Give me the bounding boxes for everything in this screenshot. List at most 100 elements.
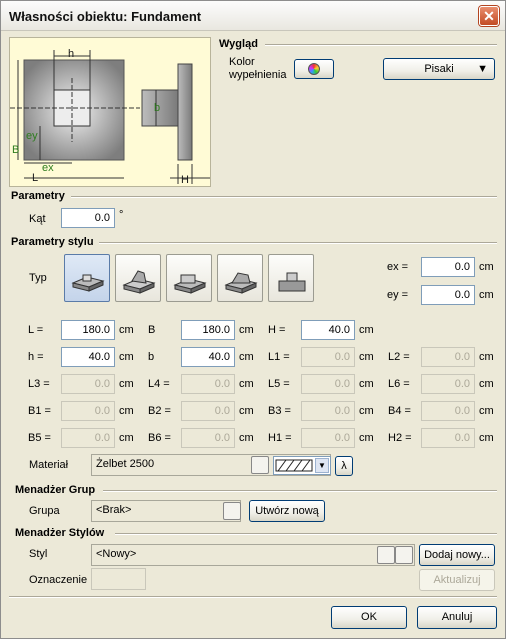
dim-input[interactable]: 0.0 [181,401,235,421]
dim-label: H1 = [268,432,292,444]
style-field[interactable]: <Nowy> [91,544,415,566]
lambda-button[interactable]: λ [335,456,353,476]
dim-input[interactable]: 40.0 [61,347,115,367]
foundation-type-4-button[interactable] [217,254,263,302]
dim-input[interactable]: 0.0 [301,401,355,421]
close-button[interactable]: ✕ [479,6,499,26]
dim-unit: cm [479,351,494,363]
dim-input[interactable]: 0.0 [61,428,115,448]
dim-label: L = [28,324,44,336]
dim-unit: cm [479,378,494,390]
dim-input[interactable]: 40.0 [301,320,355,340]
foundation-type-1-button[interactable] [64,254,110,302]
dim-input[interactable]: 0.0 [301,347,355,367]
create-group-button[interactable]: Utwórz nową [249,500,325,522]
dim-input[interactable]: 0.0 [61,401,115,421]
dim-label: L6 = [388,378,410,390]
dim-input[interactable]: 0.0 [301,428,355,448]
appearance-heading: Wygląd [219,38,258,50]
foundation-type-5-button[interactable] [268,254,314,302]
params-divider [71,196,497,198]
group-browse-icon[interactable] [223,502,241,520]
dim-B-label: B [12,144,20,156]
dim-input[interactable]: 0.0 [181,428,235,448]
dim-input[interactable]: 40.0 [181,347,235,367]
ex-input[interactable]: 0.0 [421,257,475,277]
fill-color-button[interactable] [294,59,334,79]
styles-divider [115,533,497,535]
update-style-button[interactable]: Aktualizuj [419,569,495,591]
style-value: <Nowy> [96,548,137,560]
style-browse-icon[interactable] [377,546,395,564]
dim-b-label: b [154,102,161,114]
dim-input[interactable]: 180.0 [61,320,115,340]
groups-divider [103,490,497,492]
dim-unit: cm [479,405,494,417]
dim-label: h = [28,351,44,363]
dim-unit: cm [119,324,134,336]
dim-ey-label: ey [26,130,38,142]
hatch-pattern-select[interactable]: ▼ [273,456,331,475]
hatch-dropdown-arrow-icon: ▼ [315,458,329,473]
group-field[interactable]: <Brak> [91,500,241,522]
group-label: Grupa [29,505,60,517]
angle-input[interactable]: 0.0 [61,208,115,228]
style-library-icon[interactable] [395,546,413,564]
style-label: Styl [29,548,48,560]
angle-label: Kąt [29,213,46,225]
cancel-button[interactable]: Anuluj [417,606,497,629]
ex-unit: cm [479,261,494,273]
dim-h-label: h [68,48,75,60]
dim-input[interactable]: 0.0 [421,428,475,448]
style-params-divider [99,242,497,244]
dim-ex-label: ex [42,162,54,174]
dim-label: L5 = [268,378,290,390]
window-title: Własności obiektu: Fundament [9,9,202,24]
ey-input[interactable]: 0.0 [421,285,475,305]
dim-label: B [148,324,156,336]
material-library-icon[interactable] [251,456,269,474]
dim-label: B1 = [28,405,51,417]
dim-input[interactable]: 180.0 [181,320,235,340]
fill-color-label-2: wypełnienia [229,69,287,81]
dim-unit: cm [359,378,374,390]
dim-input[interactable]: 0.0 [421,347,475,367]
dim-label: L4 = [148,378,170,390]
foundation-type-sloped-icon [122,270,156,294]
dim-unit: cm [359,405,374,417]
mark-label: Oznaczenie [29,574,88,586]
ex-label: ex = [387,261,409,273]
mark-input[interactable] [91,568,146,590]
material-label: Materiał [29,459,69,471]
group-value: <Brak> [96,504,132,516]
add-style-button[interactable]: Dodaj nowy... [419,544,495,566]
dim-input[interactable]: 0.0 [61,374,115,394]
foundation-type-3-button[interactable] [166,254,212,302]
foundation-type-stepped-icon [173,274,207,294]
foundation-preview: h b B ey ex L H [9,37,211,187]
style-params-heading: Parametry stylu [11,236,94,248]
styles-heading: Menadżer Stylów [15,527,105,539]
palette-icon [308,63,320,75]
ey-unit: cm [479,289,494,301]
pens-dropdown-button[interactable]: Pisaki ▼ [383,58,495,80]
dim-label: B4 = [388,405,411,417]
dim-input[interactable]: 0.0 [421,374,475,394]
dim-unit: cm [239,324,254,336]
dim-input[interactable]: 0.0 [421,401,475,421]
pens-label: Pisaki [424,63,454,75]
ok-button[interactable]: OK [331,606,407,629]
dim-label: L2 = [388,351,410,363]
dim-input[interactable]: 0.0 [181,374,235,394]
dim-label: L1 = [268,351,290,363]
dim-input[interactable]: 0.0 [301,374,355,394]
foundation-type-flat-icon [71,274,105,292]
dim-unit: cm [239,432,254,444]
dim-H-label: H [181,174,189,186]
angle-unit: ° [119,209,124,221]
ey-label: ey = [387,289,409,301]
foundation-type-2-button[interactable] [115,254,161,302]
dim-unit: cm [119,432,134,444]
dim-label: B6 = [148,432,171,444]
dim-unit: cm [119,378,134,390]
